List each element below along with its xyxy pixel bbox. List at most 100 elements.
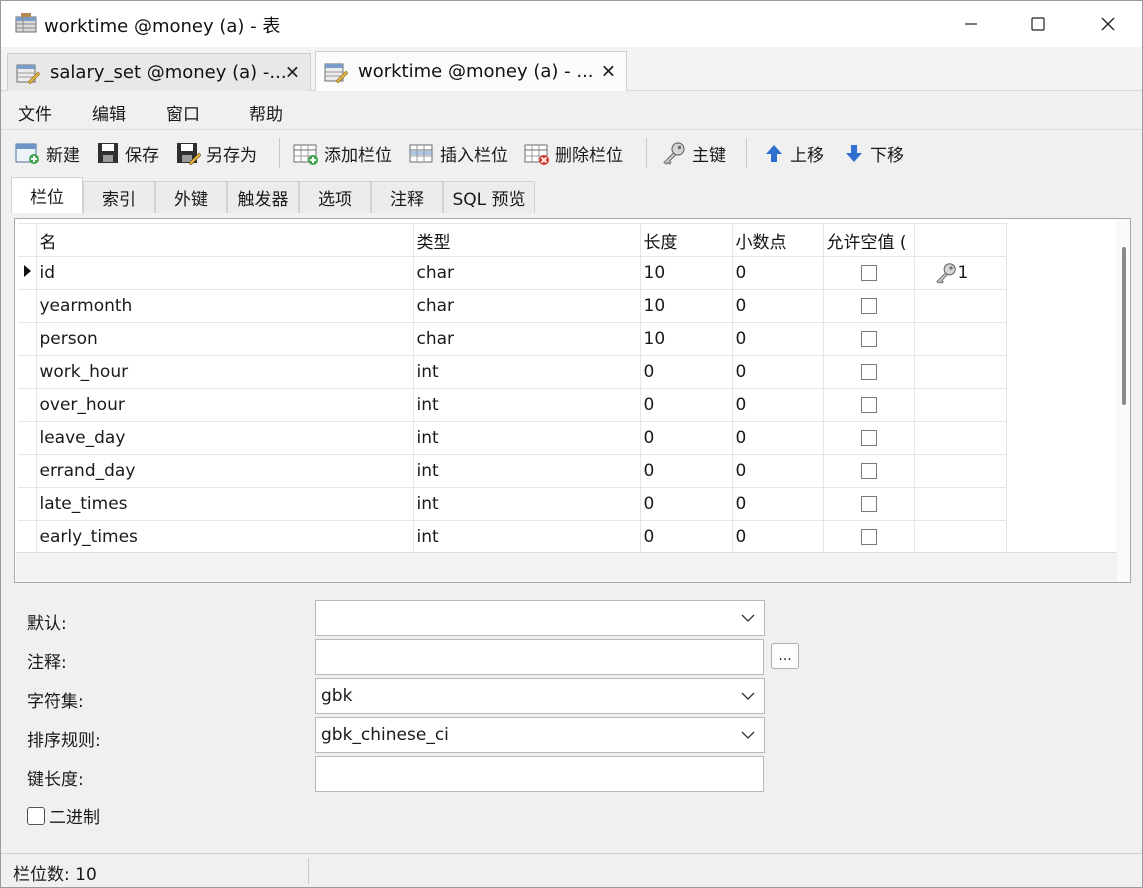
nullable-checkbox[interactable] <box>860 298 877 314</box>
collation-combobox[interactable]: gbk_chinese_ci <box>315 717 765 753</box>
insert-column-button[interactable]: 插入栏位 <box>409 140 508 166</box>
cell-decimals[interactable]: 0 <box>731 388 824 422</box>
cell-name[interactable]: errand_day <box>35 454 414 488</box>
save-button[interactable]: 保存 <box>96 140 159 166</box>
cell-key[interactable] <box>913 520 1007 554</box>
cell-decimals[interactable]: 0 <box>731 256 824 290</box>
table-row[interactable]: early_times int 0 0 <box>18 520 1007 554</box>
cell-key[interactable] <box>913 487 1007 521</box>
table-row[interactable]: over_hour int 0 0 <box>18 388 1007 422</box>
cell-length[interactable]: 0 <box>639 454 733 488</box>
cell-length[interactable]: 0 <box>639 487 733 521</box>
tab-triggers[interactable]: 触发器 <box>227 181 299 213</box>
cell-type[interactable]: int <box>412 520 641 554</box>
cell-name[interactable]: late_times <box>35 487 414 521</box>
table-row[interactable]: leave_day int 0 0 <box>18 421 1007 455</box>
header-type[interactable]: 类型 <box>412 223 641 257</box>
tab-foreign-keys[interactable]: 外键 <box>155 181 227 213</box>
header-name[interactable]: 名 <box>35 223 414 257</box>
table-row[interactable]: work_hour int 0 0 <box>18 355 1007 389</box>
cell-type[interactable]: int <box>412 454 641 488</box>
tab-close-icon[interactable]: ✕ <box>285 62 300 83</box>
scrollbar-thumb[interactable] <box>1122 247 1126 405</box>
nullable-checkbox[interactable] <box>860 397 877 413</box>
nullable-checkbox[interactable] <box>860 463 877 479</box>
cell-length[interactable]: 10 <box>639 256 733 290</box>
menu-window[interactable]: 窗口 <box>166 100 200 125</box>
cell-key[interactable]: 1 <box>913 256 1007 290</box>
key-length-field[interactable] <box>315 756 764 792</box>
vertical-scrollbar[interactable] <box>1116 219 1130 582</box>
tab-options[interactable]: 选项 <box>299 181 371 213</box>
table-row[interactable]: person char 10 0 <box>18 322 1007 356</box>
nullable-checkbox[interactable] <box>860 529 877 545</box>
move-up-button[interactable]: 上移 <box>763 140 824 166</box>
cell-name[interactable]: yearmonth <box>35 289 414 323</box>
cell-decimals[interactable]: 0 <box>731 454 824 488</box>
comment-field[interactable] <box>315 639 764 675</box>
cell-length[interactable]: 10 <box>639 289 733 323</box>
new-button[interactable]: 新建 <box>15 140 80 166</box>
cell-name[interactable]: leave_day <box>35 421 414 455</box>
cell-type[interactable]: int <box>412 355 641 389</box>
binary-checkbox[interactable]: 二进制 <box>27 803 100 828</box>
charset-combobox[interactable]: gbk <box>315 678 765 714</box>
move-down-button[interactable]: 下移 <box>843 140 904 166</box>
cell-length[interactable]: 10 <box>639 322 733 356</box>
cell-type[interactable]: char <box>412 322 641 356</box>
nullable-checkbox[interactable] <box>860 496 877 512</box>
cell-decimals[interactable]: 0 <box>731 520 824 554</box>
cell-key[interactable] <box>913 355 1007 389</box>
cell-decimals[interactable]: 0 <box>731 487 824 521</box>
cell-decimals[interactable]: 0 <box>731 322 824 356</box>
cell-key[interactable] <box>913 289 1007 323</box>
tab-close-icon[interactable]: ✕ <box>601 61 616 82</box>
cell-length[interactable]: 0 <box>639 520 733 554</box>
cell-type[interactable]: int <box>412 487 641 521</box>
menu-file[interactable]: 文件 <box>18 100 52 125</box>
minimize-button[interactable] <box>936 1 1006 47</box>
cell-key[interactable] <box>913 454 1007 488</box>
default-combobox[interactable] <box>315 600 765 636</box>
tab-sql-preview[interactable]: SQL 预览 <box>443 181 535 213</box>
delete-column-button[interactable]: 删除栏位 <box>524 140 623 166</box>
primary-key-button[interactable]: 主键 <box>661 140 726 166</box>
checkbox-box[interactable] <box>27 806 45 825</box>
table-row[interactable]: yearmonth char 10 0 <box>18 289 1007 323</box>
cell-key[interactable] <box>913 421 1007 455</box>
nullable-checkbox[interactable] <box>860 364 877 380</box>
table-row[interactable]: late_times int 0 0 <box>18 487 1007 521</box>
cell-type[interactable]: int <box>412 421 641 455</box>
header-nullable[interactable]: 允许空值 ( <box>822 223 915 257</box>
table-row[interactable]: errand_day int 0 0 <box>18 454 1007 488</box>
nullable-checkbox[interactable] <box>860 331 877 347</box>
cell-decimals[interactable]: 0 <box>731 355 824 389</box>
tab-fields[interactable]: 栏位 <box>11 177 83 213</box>
table-row[interactable]: id char 10 0 1 <box>18 256 1007 290</box>
maximize-button[interactable] <box>1003 1 1073 47</box>
menu-help[interactable]: 帮助 <box>249 100 283 125</box>
nullable-checkbox[interactable] <box>860 265 877 281</box>
cell-type[interactable]: int <box>412 388 641 422</box>
cell-name[interactable]: id <box>35 256 414 290</box>
cell-name[interactable]: early_times <box>35 520 414 554</box>
header-decimals[interactable]: 小数点 <box>731 223 824 257</box>
close-window-button[interactable] <box>1073 1 1143 47</box>
tab-salary-set[interactable]: salary_set @money (a) -... ✕ <box>7 53 311 91</box>
cell-name[interactable]: over_hour <box>35 388 414 422</box>
cell-length[interactable]: 0 <box>639 421 733 455</box>
header-length[interactable]: 长度 <box>639 223 733 257</box>
cell-decimals[interactable]: 0 <box>731 289 824 323</box>
cell-length[interactable]: 0 <box>639 388 733 422</box>
cell-length[interactable]: 0 <box>639 355 733 389</box>
menu-edit[interactable]: 编辑 <box>92 100 126 125</box>
comment-edit-button[interactable]: ... <box>771 643 799 669</box>
nullable-checkbox[interactable] <box>860 430 877 446</box>
cell-decimals[interactable]: 0 <box>731 421 824 455</box>
header-key[interactable] <box>913 223 1007 257</box>
tab-indexes[interactable]: 索引 <box>83 181 155 213</box>
columns-grid[interactable]: 名 类型 长度 小数点 允许空值 ( id char 10 0 1 yearmonth ch… <box>14 218 1131 583</box>
tab-worktime[interactable]: worktime @money (a) - ... ✕ <box>315 51 627 91</box>
save-as-button[interactable]: 另存为 <box>175 140 257 166</box>
tab-comment[interactable]: 注释 <box>371 181 443 213</box>
